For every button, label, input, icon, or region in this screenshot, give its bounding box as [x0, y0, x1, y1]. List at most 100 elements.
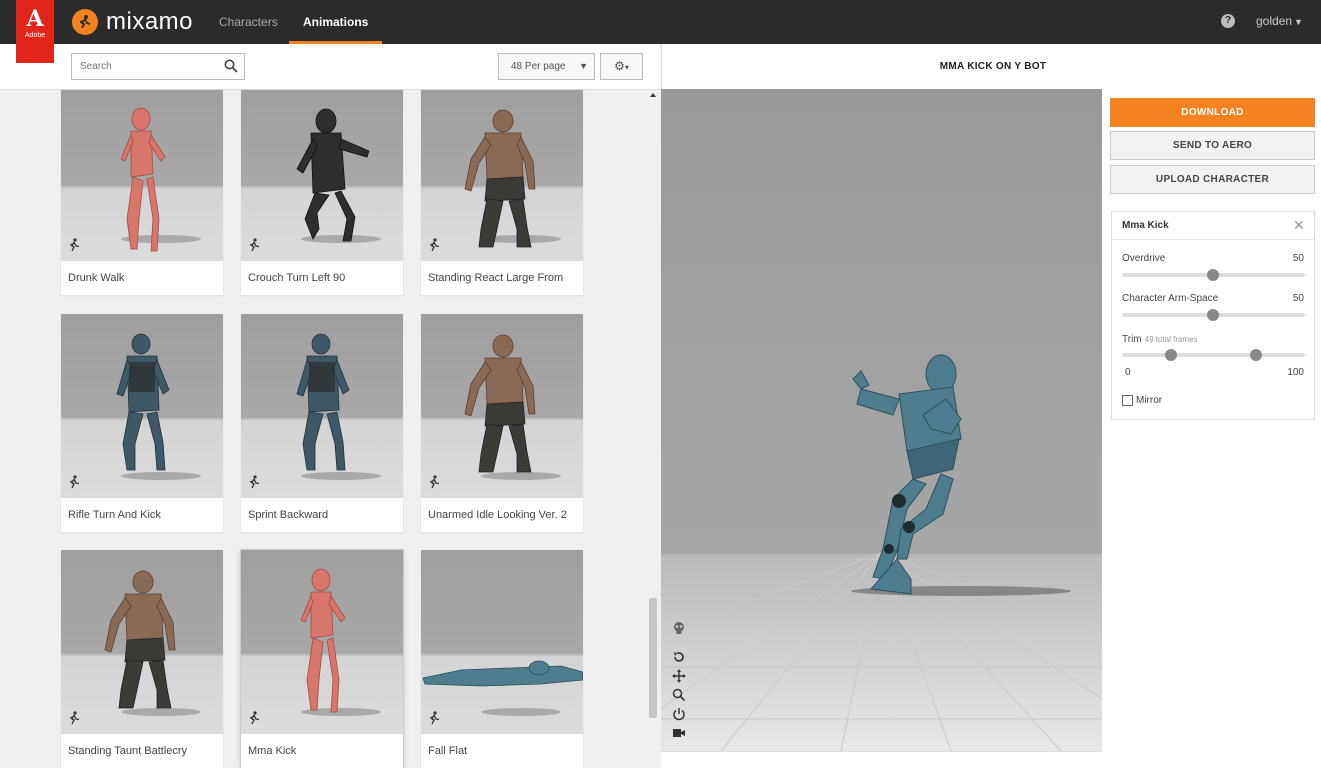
animation-card[interactable]: Fall Flat	[421, 550, 583, 768]
trim-label: Trim	[1122, 334, 1142, 345]
animation-thumbnail	[241, 90, 403, 261]
animation-label: Drunk Walk	[68, 272, 125, 284]
arm-space-slider[interactable]	[1122, 309, 1305, 321]
animation-thumbnail	[421, 90, 583, 261]
adobe-a-icon: A	[26, 6, 44, 32]
camera-icon[interactable]	[672, 726, 686, 740]
animation-card[interactable]: Sprint Backward	[241, 314, 403, 532]
mixamo-logo-icon	[72, 9, 98, 35]
chevron-down-icon: ▼	[1294, 17, 1303, 27]
running-man-icon	[427, 238, 441, 257]
pan-icon[interactable]	[672, 669, 686, 683]
animation-label: Fall Flat	[428, 745, 468, 757]
tab-characters[interactable]: Characters	[219, 0, 278, 44]
viewer-header: MMA KICK ON Y BOT	[661, 44, 1321, 89]
scroll-up-arrow-icon[interactable]	[650, 93, 656, 97]
animation-label: Crouch Turn Left 90	[248, 272, 346, 284]
send-to-aero-button[interactable]: SEND TO AERO	[1110, 131, 1315, 160]
settings-button[interactable]: ⚙▾	[600, 53, 643, 80]
settings-title: Mma Kick	[1122, 220, 1169, 231]
animation-thumbnail	[421, 314, 583, 498]
running-man-icon	[67, 711, 81, 730]
search-icon[interactable]	[224, 59, 238, 78]
scrollbar-thumb[interactable]	[649, 598, 657, 718]
viewer-title: MMA KICK ON Y BOT	[939, 61, 1047, 72]
arm-space-value: 50	[1292, 293, 1304, 304]
character-figure	[464, 109, 561, 248]
mirror-option[interactable]: Mirror	[1122, 395, 1162, 406]
3d-viewport[interactable]	[661, 89, 1102, 751]
animation-card[interactable]: Unarmed Idle Looking Ver. 2	[421, 314, 583, 532]
animation-card[interactable]: Crouch Turn Left 90	[241, 90, 403, 295]
character-figure	[300, 568, 381, 716]
trim-start-handle[interactable]	[1165, 349, 1177, 361]
trim-slider[interactable]	[1122, 349, 1305, 361]
animation-card[interactable]: Rifle Turn And Kick	[61, 314, 223, 532]
top-bar: mixamo Characters Animations ? golden ▼	[0, 0, 1321, 44]
animation-label: Rifle Turn And Kick	[68, 509, 161, 521]
trim-end-handle[interactable]	[1250, 349, 1262, 361]
viewport-scene	[661, 354, 1102, 751]
vest	[309, 362, 335, 392]
trim-max-value: 100	[1287, 367, 1304, 378]
vest	[129, 362, 155, 392]
character-figure	[296, 333, 381, 480]
per-page-select[interactable]: 48 Per page ▼	[498, 53, 595, 80]
animation-settings-panel: Mma Kick ✕ Overdrive 50 Character Arm-Sp…	[1111, 211, 1315, 420]
trim-label-group: Trim 49 total frames	[1122, 334, 1198, 345]
search-box[interactable]	[71, 53, 245, 80]
power-icon[interactable]	[672, 707, 686, 721]
character-figure	[104, 570, 201, 716]
animation-card[interactable]: Standing React Large From	[421, 90, 583, 295]
animation-label: Mma Kick	[248, 745, 297, 757]
close-icon[interactable]: ✕	[1293, 217, 1305, 234]
adobe-logo[interactable]: A Adobe	[16, 0, 54, 63]
running-man-icon	[67, 475, 81, 494]
animation-label: Unarmed Idle Looking Ver. 2	[428, 509, 567, 521]
user-menu[interactable]: golden ▼	[1256, 14, 1303, 28]
animation-card[interactable]: Mma Kick	[241, 550, 403, 768]
overdrive-slider-handle[interactable]	[1207, 269, 1219, 281]
character-figure	[296, 108, 381, 243]
tab-animations[interactable]: Animations	[289, 0, 383, 44]
viewer-bottom-bar	[661, 751, 1102, 768]
animation-grid: Drunk Walk Crouch Turn Left 90 Standing Re…	[0, 90, 660, 768]
gear-icon: ⚙	[614, 59, 625, 73]
animation-thumbnail	[421, 550, 583, 734]
running-man-icon	[67, 238, 81, 257]
overdrive-slider[interactable]	[1122, 269, 1305, 281]
overdrive-label: Overdrive	[1122, 253, 1166, 264]
trim-frames-note: 49 total frames	[1144, 335, 1198, 344]
chevron-down-icon: ▾	[624, 63, 629, 72]
animation-thumbnail	[241, 550, 403, 734]
upload-character-button[interactable]: UPLOAD CHARACTER	[1110, 165, 1315, 194]
mixamo-brand[interactable]: mixamo	[72, 6, 193, 38]
character-figure	[464, 334, 561, 480]
mirror-label: Mirror	[1136, 395, 1163, 406]
animation-card[interactable]: Standing Taunt Battlecry	[61, 550, 223, 768]
animation-thumbnail	[241, 314, 403, 498]
running-man-icon	[427, 711, 441, 730]
running-man-icon	[427, 475, 441, 494]
help-icon[interactable]: ?	[1221, 14, 1235, 28]
skeleton-icon[interactable]	[672, 621, 686, 635]
animations-toolbar: 48 Per page ▼ ⚙▾	[0, 44, 660, 90]
zoom-icon[interactable]	[672, 688, 686, 702]
animation-label: Standing Taunt Battlecry	[68, 745, 188, 757]
running-man-icon	[247, 475, 261, 494]
character-figure	[116, 333, 201, 480]
animation-thumbnail	[61, 550, 223, 734]
arm-space-label: Character Arm-Space	[1122, 293, 1219, 304]
character-figure	[120, 107, 201, 252]
reset-view-icon[interactable]	[672, 650, 686, 664]
download-button[interactable]: DOWNLOAD	[1110, 98, 1315, 127]
animation-card[interactable]: Drunk Walk	[61, 90, 223, 295]
animation-thumbnail	[61, 90, 223, 261]
overdrive-value: 50	[1292, 253, 1304, 264]
arm-space-slider-handle[interactable]	[1207, 309, 1219, 321]
mirror-checkbox[interactable]	[1122, 395, 1133, 406]
trim-min-value: 0	[1125, 367, 1131, 378]
user-name: golden	[1256, 14, 1293, 28]
search-input[interactable]	[80, 54, 220, 79]
settings-header: Mma Kick ✕	[1112, 212, 1314, 240]
